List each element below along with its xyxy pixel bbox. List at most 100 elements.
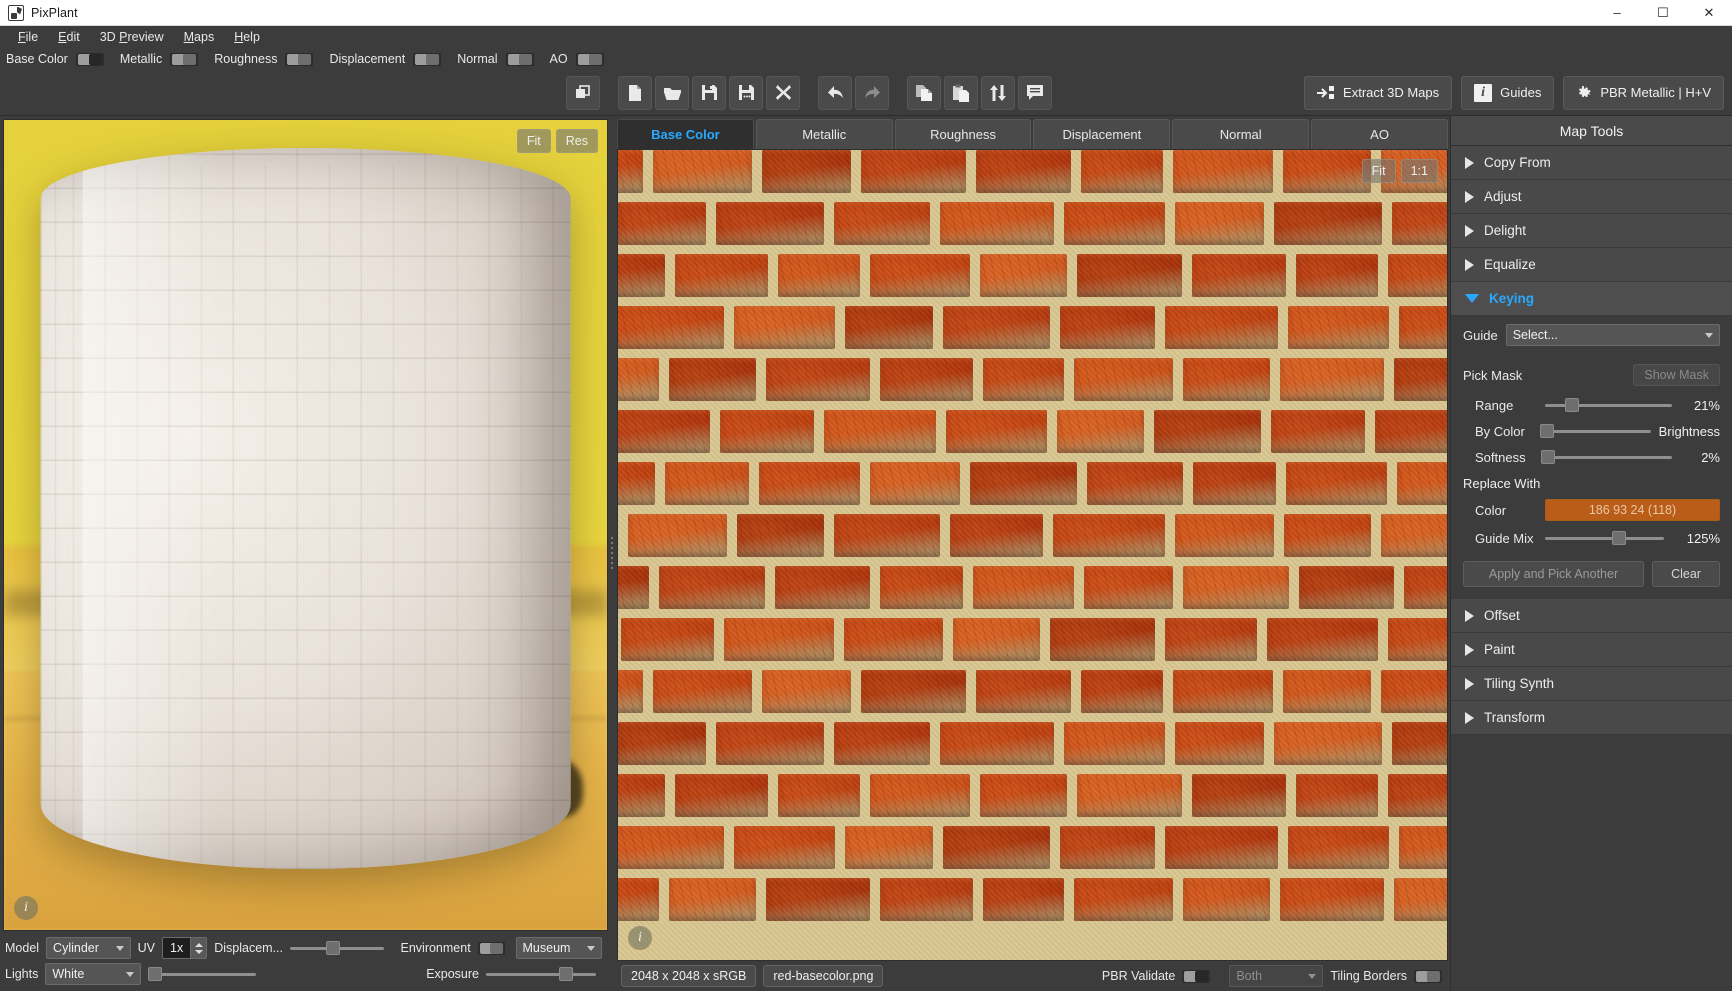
replace-with-label: Replace With	[1463, 476, 1541, 491]
tab-roughness[interactable]: Roughness	[894, 119, 1032, 149]
pbr-validate-mode-select[interactable]: Both	[1229, 965, 1324, 987]
environment-select[interactable]: Museum	[515, 937, 602, 959]
copy-icon[interactable]	[907, 75, 941, 110]
map-vis-toggle-metallic[interactable]	[170, 52, 199, 66]
menu-item-3d-preview[interactable]: 3D Preview	[90, 28, 174, 46]
pbr-validate-toggle[interactable]	[1182, 969, 1211, 983]
brick	[976, 150, 1071, 193]
texture-fit-button[interactable]: Fit	[1361, 159, 1396, 183]
paste-icon[interactable]	[944, 75, 978, 110]
section-tiling-synth[interactable]: Tiling Synth	[1451, 667, 1732, 701]
info-icon[interactable]: i	[14, 896, 38, 920]
section-tiling-synth-label: Tiling Synth	[1484, 676, 1555, 691]
softness-slider[interactable]	[1540, 448, 1672, 466]
brick	[733, 826, 835, 869]
uv-stepper-arrows[interactable]	[190, 938, 207, 958]
guide-mix-slider[interactable]	[1545, 529, 1664, 547]
section-keying[interactable]: Keying	[1451, 282, 1732, 316]
menu-item-edit[interactable]: Edit	[48, 28, 90, 46]
swap-icon[interactable]	[981, 75, 1015, 110]
tab-ao[interactable]: AO	[1311, 119, 1448, 149]
notes-icon[interactable]	[1018, 75, 1052, 110]
brick	[1164, 826, 1278, 869]
open-icon[interactable]	[655, 75, 689, 110]
extract-icon	[1317, 85, 1335, 99]
guides-button[interactable]: i Guides	[1461, 75, 1555, 110]
clear-button[interactable]: Clear	[1652, 561, 1720, 587]
brick	[675, 774, 769, 817]
guide-mix-label: Guide Mix	[1475, 530, 1534, 546]
section-copy-from[interactable]: Copy From	[1451, 146, 1732, 180]
preview-fit-button[interactable]: Fit	[516, 129, 551, 153]
brick	[973, 566, 1074, 609]
main-area: Fit Res i Model Cylinder UV 1x Displacem…	[0, 116, 1732, 991]
apply-and-pick-another-button[interactable]: Apply and Pick Another	[1463, 561, 1644, 587]
environment-toggle[interactable]	[477, 941, 505, 955]
preview-cylinder-model[interactable]	[40, 148, 571, 870]
close-icon[interactable]	[766, 75, 800, 110]
brick	[658, 566, 766, 609]
map-vis-toggle-displacement[interactable]	[413, 52, 442, 66]
new-icon[interactable]	[618, 75, 652, 110]
tab-displacement[interactable]: Displacement	[1033, 119, 1171, 149]
texture-filename[interactable]: red-basecolor.png	[763, 965, 884, 987]
range-slider[interactable]	[1545, 396, 1672, 414]
tab-metallic[interactable]: Metallic	[755, 119, 893, 149]
pane-splitter[interactable]	[608, 116, 615, 991]
close-button[interactable]: ✕	[1686, 0, 1732, 26]
show-mask-button[interactable]: Show Mask	[1633, 364, 1720, 386]
map-vis-toggle-roughness[interactable]	[285, 52, 314, 66]
lights-select[interactable]: White	[45, 963, 142, 985]
preview-res-button[interactable]: Res	[555, 129, 598, 153]
undo-icon[interactable]	[818, 75, 852, 110]
texture-dimensions: 2048 x 2048 x sRGB	[621, 965, 757, 987]
save-as-icon[interactable]	[729, 75, 763, 110]
section-adjust[interactable]: Adjust	[1451, 180, 1732, 214]
preview-3d-viewport[interactable]: Fit Res i	[3, 119, 608, 931]
map-vis-label-metallic: Metallic	[119, 52, 163, 66]
maximize-button[interactable]: ☐	[1640, 0, 1686, 26]
guide-select[interactable]: Select...	[1505, 324, 1720, 346]
brick	[1295, 254, 1378, 297]
menu-item-file[interactable]: File	[8, 28, 48, 46]
brick	[652, 150, 753, 193]
brick	[1282, 150, 1372, 193]
exposure-slider[interactable]	[486, 965, 596, 983]
map-vis-toggle-normal[interactable]	[505, 52, 534, 66]
by-color-slider[interactable]	[1540, 422, 1651, 440]
menu-item-help[interactable]: Help	[224, 28, 270, 46]
pbr-metallic-button[interactable]: PBR Metallic | H+V	[1563, 75, 1724, 110]
menu-item-maps[interactable]: Maps	[174, 28, 225, 46]
minimize-button[interactable]: –	[1594, 0, 1640, 26]
section-paint[interactable]: Paint	[1451, 633, 1732, 667]
uv-stepper[interactable]: 1x	[162, 937, 208, 959]
section-offset[interactable]: Offset	[1451, 599, 1732, 633]
windows-icon[interactable]	[566, 75, 600, 110]
brick	[860, 150, 967, 193]
info-icon[interactable]: i	[628, 926, 652, 950]
tiling-borders-toggle[interactable]	[1414, 969, 1442, 983]
tab-base-color[interactable]: Base Color	[617, 119, 754, 149]
section-delight[interactable]: Delight	[1451, 214, 1732, 248]
tab-normal[interactable]: Normal	[1172, 119, 1310, 149]
chevron-down-icon	[587, 945, 595, 951]
brick	[618, 306, 724, 349]
map-vis-toggle-ao[interactable]	[575, 52, 604, 66]
extract-3d-maps-label: Extract 3D Maps	[1343, 85, 1440, 100]
map-vis-toggle-base-color[interactable]	[75, 52, 104, 66]
replace-color-swatch[interactable]: 186 93 24 (118)	[1545, 499, 1720, 521]
model-select[interactable]: Cylinder	[46, 937, 131, 959]
brick	[1391, 202, 1447, 245]
texture-canvas[interactable]: Fit 1:1 i	[617, 149, 1448, 961]
section-transform[interactable]: Transform	[1451, 701, 1732, 735]
softness-value: 2%	[1701, 449, 1720, 465]
displacement-slider[interactable]	[290, 939, 384, 957]
lights-intensity-slider[interactable]	[148, 965, 257, 983]
section-equalize[interactable]: Equalize	[1451, 248, 1732, 282]
brick	[939, 202, 1054, 245]
save-icon[interactable]	[692, 75, 726, 110]
redo-icon[interactable]	[855, 75, 889, 110]
tiling-borders-label: Tiling Borders	[1330, 969, 1407, 983]
extract-3d-maps-button[interactable]: Extract 3D Maps	[1304, 75, 1453, 110]
texture-1-1-button[interactable]: 1:1	[1400, 159, 1438, 183]
